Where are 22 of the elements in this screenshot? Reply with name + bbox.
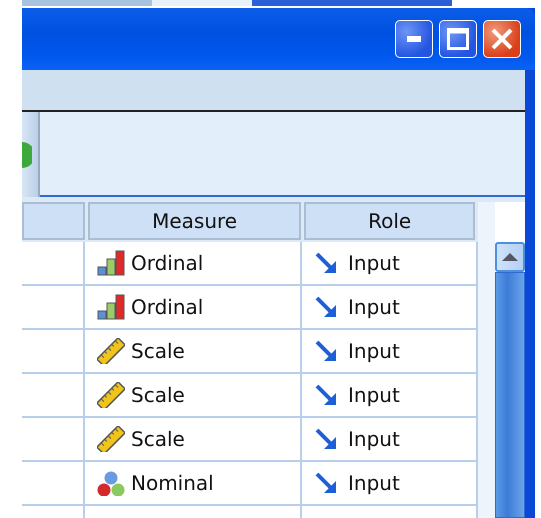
up-arrow-icon: [502, 253, 518, 261]
column-header[interactable]: Measure: [88, 202, 302, 240]
maximize-button[interactable]: [439, 20, 477, 58]
table-cell-text: Input: [348, 470, 400, 497]
maximize-icon: [447, 28, 469, 50]
table-cell-text: Input: [348, 426, 400, 453]
minimize-button[interactable]: [395, 20, 433, 58]
table-cell-text: Scale: [131, 382, 185, 409]
scroll-up-button[interactable]: [495, 242, 525, 272]
column-header[interactable]: Role: [304, 202, 475, 240]
minimize-icon: [407, 36, 421, 42]
table-cell-text: Ordinal: [131, 250, 204, 277]
table-cell-text: Input: [348, 294, 400, 321]
table-cell-text: Nominal: [131, 470, 214, 497]
table-cell-text: Scale: [131, 338, 185, 365]
table-cell-text: Scale: [131, 426, 185, 453]
close-button[interactable]: [483, 20, 521, 58]
table-cell-text: Input: [348, 338, 400, 365]
table-cell-text: Ordinal: [131, 294, 204, 321]
table-cell-text: Input: [348, 382, 400, 409]
close-icon: [491, 28, 513, 50]
table-cell-text: Input: [348, 250, 400, 277]
